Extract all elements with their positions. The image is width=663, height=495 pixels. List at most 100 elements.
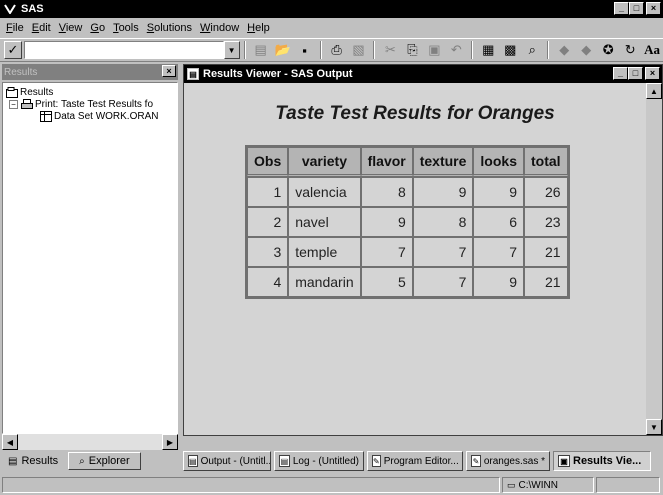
menu-file[interactable]: File bbox=[2, 22, 28, 34]
results-horizontal-scrollbar[interactable]: ◀ ▶ bbox=[2, 434, 178, 450]
task-label: oranges.sas * bbox=[483, 455, 545, 467]
scroll-track[interactable] bbox=[646, 99, 662, 419]
sas-explorer-icon[interactable]: ▩ bbox=[499, 40, 521, 60]
viewer-vertical-scrollbar[interactable]: ▲ ▼ bbox=[646, 83, 662, 435]
table-cell: temple bbox=[288, 237, 361, 267]
tree-item-results[interactable]: Results bbox=[5, 86, 175, 98]
tab-label: Explorer bbox=[88, 455, 130, 467]
viewer-maximize-button[interactable]: □ bbox=[628, 67, 643, 80]
maximize-button[interactable]: □ bbox=[629, 2, 644, 15]
dataset-table-icon bbox=[39, 110, 52, 122]
report-title: Taste Test Results for Oranges bbox=[275, 103, 555, 124]
status-message-area bbox=[2, 477, 500, 493]
column-header: texture bbox=[412, 147, 474, 177]
table-cell: 9 bbox=[360, 207, 413, 237]
toolbar-separator bbox=[373, 41, 376, 59]
toolbar-separator bbox=[243, 41, 246, 59]
results-tree: Results − Print: Taste Test Results fo D… bbox=[2, 82, 178, 434]
table-cell: 21 bbox=[524, 267, 568, 297]
table-cell: 8 bbox=[412, 207, 474, 237]
table-cell: 9 bbox=[412, 177, 474, 207]
minimize-button[interactable]: _ bbox=[614, 2, 629, 15]
current-path: C:\WINN bbox=[518, 479, 558, 491]
status-path[interactable]: ▭ C:\WINN bbox=[502, 477, 594, 493]
table-row: 1 valencia 8 9 9 26 bbox=[247, 177, 568, 207]
menu-help[interactable]: Help bbox=[243, 22, 274, 34]
command-box[interactable] bbox=[23, 41, 224, 59]
clear-icon[interactable]: ↻ bbox=[619, 40, 641, 60]
results-table: Obs variety flavor texture looks total 1… bbox=[245, 145, 570, 299]
forward-icon[interactable]: ◆ bbox=[575, 40, 597, 60]
task-program-editor[interactable]: ✎ Program Editor... bbox=[367, 451, 463, 471]
new-icon[interactable]: ▤ bbox=[250, 40, 272, 60]
table-cell: 9 bbox=[473, 177, 524, 207]
print-output-icon bbox=[20, 98, 33, 110]
scroll-left-arrow-icon[interactable]: ◀ bbox=[2, 434, 18, 450]
toolbar-separator bbox=[547, 41, 550, 59]
results-viewer-title-bar[interactable]: ▤ Results Viewer - SAS Output _ □ × bbox=[184, 65, 662, 83]
table-cell: 2 bbox=[247, 207, 289, 237]
close-button[interactable]: × bbox=[646, 2, 661, 15]
results-panel-close-button[interactable]: × bbox=[162, 65, 176, 77]
table-cell: 26 bbox=[524, 177, 568, 207]
window-taskbar: ▤ Output - (Untitl... ▤ Log - (Untitled)… bbox=[183, 451, 663, 473]
task-results-viewer[interactable]: ▣ Results Vie... bbox=[553, 451, 651, 471]
explorer-icon: ⌕ bbox=[79, 455, 85, 467]
viewer-title: Results Viewer - SAS Output bbox=[203, 68, 353, 80]
status-extra bbox=[596, 477, 660, 493]
font-icon[interactable]: Aa bbox=[641, 40, 663, 60]
task-label: Program Editor... bbox=[383, 455, 459, 467]
print-preview-icon[interactable]: ▧ bbox=[348, 40, 370, 60]
table-cell: 9 bbox=[473, 267, 524, 297]
table-cell: navel bbox=[288, 207, 361, 237]
app-title-bar[interactable]: SAS _ □ × bbox=[0, 0, 663, 18]
viewer-minimize-button[interactable]: _ bbox=[613, 67, 628, 80]
tab-results[interactable]: ▤ Results bbox=[2, 452, 64, 470]
viewer-close-button[interactable]: × bbox=[645, 67, 660, 80]
back-icon[interactable]: ◆ bbox=[553, 40, 575, 60]
menu-solutions[interactable]: Solutions bbox=[143, 22, 196, 34]
results-viewer-icon: ▣ bbox=[558, 455, 570, 467]
tab-explorer[interactable]: ⌕ Explorer bbox=[68, 452, 141, 470]
table-cell: 21 bbox=[524, 237, 568, 267]
check-icon[interactable]: ✓ bbox=[4, 41, 22, 59]
table-row: 4 mandarin 5 7 9 21 bbox=[247, 267, 568, 297]
task-oranges-sas[interactable]: ✎ oranges.sas * bbox=[466, 451, 550, 471]
collapse-toggle-icon[interactable]: − bbox=[9, 99, 18, 109]
task-label: Output - (Untitl... bbox=[200, 455, 271, 467]
menu-bar: File Edit View Go Tools Solutions Window… bbox=[0, 19, 663, 37]
cut-icon[interactable]: ✂ bbox=[379, 40, 401, 60]
save-icon[interactable]: ▪ bbox=[294, 40, 316, 60]
task-output[interactable]: ▤ Output - (Untitl... bbox=[183, 451, 271, 471]
menu-window[interactable]: Window bbox=[196, 22, 243, 34]
find-icon[interactable]: ⌕ bbox=[521, 40, 543, 60]
scroll-right-arrow-icon[interactable]: ▶ bbox=[162, 434, 178, 450]
new-library-icon[interactable]: ▦ bbox=[477, 40, 499, 60]
table-cell: 7 bbox=[412, 237, 474, 267]
tree-item-label: Data Set WORK.ORAN bbox=[54, 110, 159, 122]
open-icon[interactable]: 📂 bbox=[272, 40, 294, 60]
task-log[interactable]: ▤ Log - (Untitled) bbox=[274, 451, 364, 471]
command-dropdown-button[interactable]: ▼ bbox=[223, 41, 240, 59]
paste-icon[interactable]: ▣ bbox=[423, 40, 445, 60]
table-cell: mandarin bbox=[288, 267, 361, 297]
results-viewer-body: Taste Test Results for Oranges Obs varie… bbox=[184, 83, 662, 435]
scroll-up-arrow-icon[interactable]: ▲ bbox=[646, 83, 662, 99]
scroll-track[interactable] bbox=[18, 434, 162, 450]
undo-icon[interactable]: ↶ bbox=[445, 40, 467, 60]
tree-item-dataset[interactable]: Data Set WORK.ORAN bbox=[5, 110, 175, 122]
print-icon[interactable]: ⎙ bbox=[326, 40, 348, 60]
menu-edit[interactable]: Edit bbox=[28, 22, 55, 34]
menu-go[interactable]: Go bbox=[86, 22, 109, 34]
run-icon[interactable]: ✪ bbox=[597, 40, 619, 60]
copy-icon[interactable]: ⎘ bbox=[401, 40, 423, 60]
tree-item-label: Results bbox=[20, 86, 54, 98]
tree-item-print[interactable]: − Print: Taste Test Results fo bbox=[5, 98, 175, 110]
menu-view[interactable]: View bbox=[55, 22, 87, 34]
column-header: Obs bbox=[247, 147, 289, 177]
scroll-down-arrow-icon[interactable]: ▼ bbox=[646, 419, 662, 435]
results-panel-header: Results × bbox=[2, 64, 178, 80]
table-cell: 6 bbox=[473, 207, 524, 237]
table-row: 3 temple 7 7 7 21 bbox=[247, 237, 568, 267]
menu-tools[interactable]: Tools bbox=[109, 22, 143, 34]
